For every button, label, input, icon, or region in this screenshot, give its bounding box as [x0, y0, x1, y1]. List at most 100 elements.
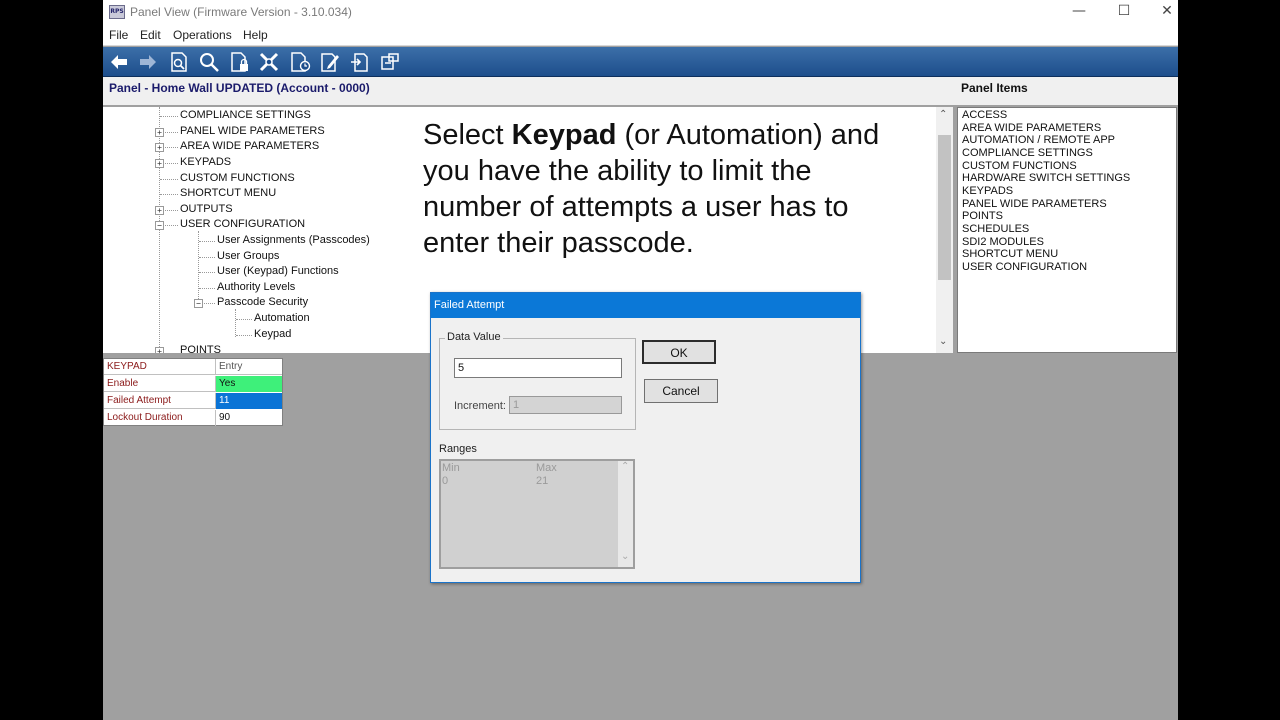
- annotation-bold: Keypad: [511, 119, 617, 151]
- forward-arrow-icon[interactable]: [135, 50, 161, 74]
- property-row[interactable]: Enable Yes: [104, 376, 282, 392]
- tree-node-panel-wide-parameters[interactable]: PANEL WIDE PARAMETERS: [180, 125, 325, 137]
- menu-operations[interactable]: Operations: [173, 28, 232, 42]
- property-row[interactable]: Lockout Duration 90: [104, 410, 282, 426]
- data-value-group: [439, 338, 636, 430]
- panel-item[interactable]: SDI2 MODULES: [962, 236, 1044, 248]
- header-row: Panel - Home Wall UPDATED (Account - 000…: [103, 77, 1178, 105]
- data-value-input[interactable]: 5: [454, 358, 622, 378]
- tree-node-authority-levels[interactable]: Authority Levels: [217, 281, 295, 293]
- property-value[interactable]: 11: [216, 393, 282, 409]
- property-grid: KEYPAD Entry Enable Yes Failed Attempt 1…: [103, 358, 283, 426]
- panel-item[interactable]: AREA WIDE PARAMETERS: [962, 122, 1101, 134]
- expand-icon[interactable]: +: [155, 128, 164, 137]
- search-icon[interactable]: [196, 50, 222, 74]
- cancel-button[interactable]: Cancel: [644, 379, 718, 403]
- tree-node-points[interactable]: POINTS: [180, 344, 221, 353]
- menu-file[interactable]: File: [109, 28, 128, 42]
- tools-icon[interactable]: [256, 50, 282, 74]
- expand-icon[interactable]: +: [155, 143, 164, 152]
- tree-node-keypads[interactable]: KEYPADS: [180, 156, 231, 168]
- property-row[interactable]: Failed Attempt 11: [104, 393, 282, 409]
- window-title: Panel View (Firmware Version - 3.10.034): [130, 5, 352, 19]
- tree-node-user-configuration[interactable]: USER CONFIGURATION: [180, 218, 305, 230]
- property-key: Enable: [104, 376, 216, 392]
- range-max-value: 21: [536, 475, 549, 487]
- property-key: Failed Attempt: [104, 393, 216, 409]
- panel-item[interactable]: HARDWARE SWITCH SETTINGS: [962, 172, 1130, 184]
- panel-item[interactable]: SHORTCUT MENU: [962, 248, 1058, 260]
- title-bar: RPS Panel View (Firmware Version - 3.10.…: [103, 0, 1178, 24]
- tutorial-annotation: Select Keypad (or Automation) and you ha…: [423, 117, 883, 261]
- tree-node-compliance-settings[interactable]: COMPLIANCE SETTINGS: [180, 109, 311, 121]
- range-min-label: Min: [442, 462, 460, 474]
- panel-item[interactable]: PANEL WIDE PARAMETERS: [962, 198, 1107, 210]
- tree-node-passcode-security[interactable]: Passcode Security: [217, 296, 308, 308]
- lock-document-icon[interactable]: [226, 50, 252, 74]
- panel-item[interactable]: CUSTOM FUNCTIONS: [962, 160, 1077, 172]
- dialog-title: Failed Attempt: [431, 293, 860, 318]
- tree-node-automation[interactable]: Automation: [254, 312, 310, 324]
- clock-document-icon[interactable]: [287, 50, 313, 74]
- collapse-icon[interactable]: −: [194, 299, 203, 308]
- ranges-label: Ranges: [437, 443, 479, 455]
- close-button[interactable]: ✕: [1144, 0, 1178, 24]
- property-header-value: Entry: [219, 361, 243, 372]
- ok-button[interactable]: OK: [642, 340, 716, 364]
- export-document-icon[interactable]: [347, 50, 373, 74]
- expand-icon[interactable]: +: [155, 159, 164, 168]
- minimize-button[interactable]: —: [1056, 0, 1102, 24]
- panel-item[interactable]: USER CONFIGURATION: [962, 261, 1087, 273]
- scroll-up-icon[interactable]: ⌃: [621, 461, 629, 472]
- find-document-icon[interactable]: [166, 50, 192, 74]
- panel-item[interactable]: ACCESS: [962, 109, 1007, 121]
- tree-node-custom-functions[interactable]: CUSTOM FUNCTIONS: [180, 172, 295, 184]
- panel-item[interactable]: POINTS: [962, 210, 1003, 222]
- tree-node-user-assignments[interactable]: User Assignments (Passcodes): [217, 234, 370, 246]
- increment-input: 1: [509, 396, 622, 414]
- menu-help[interactable]: Help: [243, 28, 268, 42]
- tree-node-user-keypad-functions[interactable]: User (Keypad) Functions: [217, 265, 339, 277]
- tree-node-shortcut-menu[interactable]: SHORTCUT MENU: [180, 187, 276, 199]
- panel-item[interactable]: AUTOMATION / REMOTE APP: [962, 134, 1115, 146]
- panel-title: Panel - Home Wall UPDATED (Account - 000…: [109, 81, 370, 95]
- menu-edit[interactable]: Edit: [140, 28, 161, 42]
- expand-icon[interactable]: +: [155, 347, 164, 353]
- property-header-key: KEYPAD: [104, 359, 216, 375]
- increment-label: Increment:: [454, 400, 506, 412]
- property-header-row: KEYPAD Entry: [104, 359, 282, 375]
- panel-item[interactable]: SCHEDULES: [962, 223, 1029, 235]
- range-min-value: 0: [442, 475, 449, 487]
- data-value-label: Data Value: [445, 331, 503, 343]
- tree-guide-line: [235, 309, 236, 337]
- ranges-scrollbar[interactable]: ⌃ ⌄: [618, 461, 633, 567]
- panel-item[interactable]: COMPLIANCE SETTINGS: [962, 147, 1093, 159]
- panel-item[interactable]: KEYPADS: [962, 185, 1013, 197]
- collapse-icon[interactable]: −: [155, 221, 164, 230]
- expand-icon[interactable]: +: [155, 206, 164, 215]
- tree-node-outputs[interactable]: OUTPUTS: [180, 203, 233, 215]
- scroll-down-icon[interactable]: ⌄: [939, 336, 947, 347]
- menu-bar: File Edit Operations Help: [103, 24, 1178, 46]
- property-key: Lockout Duration: [104, 410, 216, 426]
- range-max-label: Max: [536, 462, 557, 474]
- tree-node-area-wide-parameters[interactable]: AREA WIDE PARAMETERS: [180, 140, 319, 152]
- annotation-select: Select: [423, 119, 512, 151]
- app-window: RPS Panel View (Firmware Version - 3.10.…: [103, 0, 1178, 720]
- scroll-thumb[interactable]: [938, 135, 951, 280]
- tree-guide-line: [198, 231, 199, 305]
- back-arrow-icon[interactable]: [106, 50, 132, 74]
- maximize-button[interactable]: ☐: [1101, 0, 1147, 24]
- ranges-list: Min Max 0 21 ⌃ ⌄: [439, 459, 635, 569]
- send-panel-icon[interactable]: [377, 50, 403, 74]
- panel-items-title: Panel Items: [961, 81, 1028, 95]
- property-value[interactable]: 90: [216, 410, 282, 426]
- tree-scrollbar[interactable]: ⌃ ⌄: [936, 107, 953, 353]
- panel-items-list: ACCESS AREA WIDE PARAMETERS AUTOMATION /…: [957, 107, 1177, 353]
- scroll-up-icon[interactable]: ⌃: [939, 109, 947, 120]
- tree-node-user-groups[interactable]: User Groups: [217, 250, 279, 262]
- property-value[interactable]: Yes: [216, 376, 282, 392]
- tree-node-keypad[interactable]: Keypad: [254, 328, 291, 340]
- edit-document-icon[interactable]: [317, 50, 343, 74]
- scroll-down-icon[interactable]: ⌄: [621, 551, 629, 562]
